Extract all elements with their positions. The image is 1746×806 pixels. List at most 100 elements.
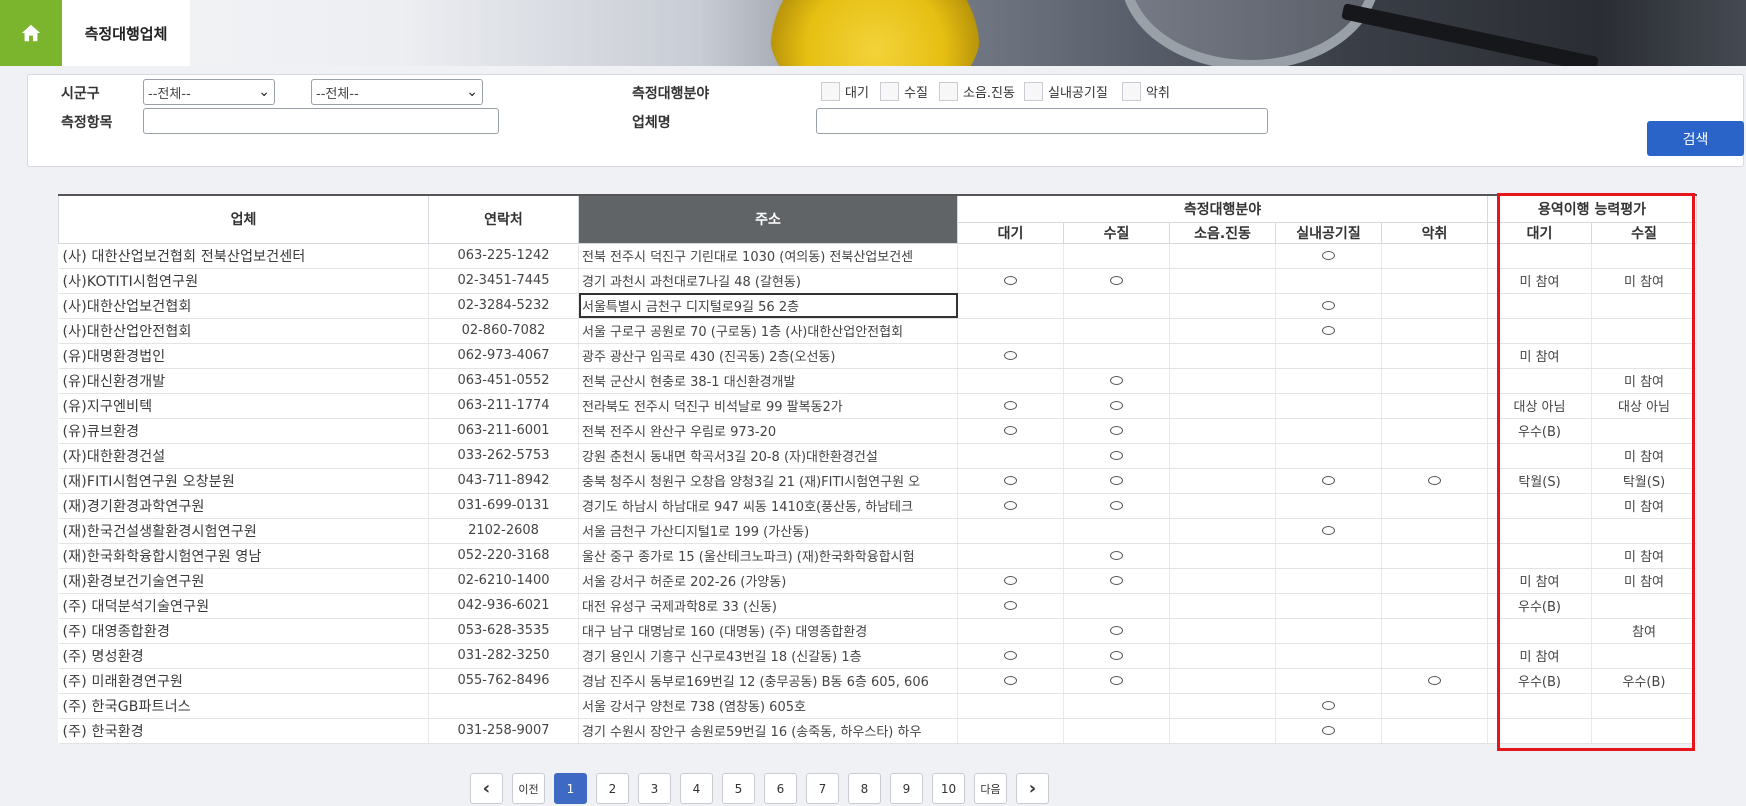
field-mark-cell: [957, 368, 1064, 394]
next-arrow-button[interactable]: ›: [1016, 773, 1049, 804]
address-cell[interactable]: 전라북도 전주시 덕진구 비석날로 99 팔복동2가: [578, 393, 958, 419]
address-cell[interactable]: 대구 남구 대명남로 160 (대명동) (주) 대영종합환경: [578, 618, 958, 644]
table-row[interactable]: (사)대한산업보건협회 02-3284-5232 서울특별시 금천구 디지털로9길 …: [58, 293, 1698, 319]
company-name-cell[interactable]: (유)지구엔비텍: [58, 393, 429, 419]
company-input[interactable]: [816, 108, 1268, 134]
contact-cell: 02-3451-7445: [428, 268, 579, 294]
search-button[interactable]: 검색: [1647, 121, 1744, 156]
table-row[interactable]: (재)경기환경과학연구원 031-699-0131 경기도 하남시 하남대로 947…: [58, 493, 1698, 519]
table-row[interactable]: (유)큐브환경 063-211-6001 전북 전주시 완산구 우림로 973-20…: [58, 418, 1698, 444]
table-row[interactable]: (유)지구엔비텍 063-211-1774 전라북도 전주시 덕진구 비석날로 99…: [58, 393, 1698, 419]
table-row[interactable]: (사)KOTITI시험연구원 02-3451-7445 경기 과천시 과천대로7나길…: [58, 268, 1698, 294]
checkbox-box[interactable]: [1122, 82, 1141, 101]
company-name-cell[interactable]: (주) 명성환경: [58, 643, 429, 669]
checkbox-box[interactable]: [1024, 82, 1043, 101]
company-name-cell[interactable]: (사)대한산업보건협회: [58, 293, 429, 319]
address-cell[interactable]: 경기 용인시 기흥구 신구로43번길 18 (신갈동) 1층: [578, 643, 958, 669]
address-cell[interactable]: 광주 광산구 임곡로 430 (진곡동) 2층(오선동): [578, 343, 958, 369]
company-name-cell[interactable]: (사)대한산업안전협회: [58, 318, 429, 344]
page-button[interactable]: 2: [596, 773, 629, 804]
address-cell[interactable]: 전북 전주시 완산구 우림로 973-20: [578, 418, 958, 444]
page-button[interactable]: 6: [764, 773, 797, 804]
company-name-cell[interactable]: (유)대신환경개발: [58, 368, 429, 394]
contact-cell: 052-220-3168: [428, 543, 579, 569]
sigungu-select-1-value: --전체--: [148, 86, 191, 102]
header-address[interactable]: 주소: [578, 194, 958, 244]
address-cell[interactable]: 서울 강서구 양천로 738 (염창동) 605호: [578, 693, 958, 719]
table-row[interactable]: (주) 명성환경 031-282-3250 경기 용인시 기흥구 신구로43번길 1…: [58, 643, 1698, 669]
circle-mark-icon: [1110, 451, 1123, 460]
table-row[interactable]: (주) 한국환경 031-258-9007 경기 수원시 장안구 송원로59번길 1…: [58, 718, 1698, 744]
address-cell[interactable]: 서울 금천구 가산디지털1로 199 (가산동): [578, 518, 958, 544]
company-name-cell[interactable]: (재)환경보건기술연구원: [58, 568, 429, 594]
address-cell[interactable]: 경남 진주시 동부로169번길 12 (충무공동) B동 6층 605, 606: [578, 668, 958, 694]
table-row[interactable]: (사)대한산업안전협회 02-860-7082 서울 구로구 공원로 70 (구로동…: [58, 318, 1698, 344]
table-row[interactable]: (주) 대덕분석기술연구원 042-936-6021 대전 유성구 국제과학8로 3…: [58, 593, 1698, 619]
table-row[interactable]: (자)대한환경건설 033-262-5753 강원 춘천시 동내면 학곡서3길 20…: [58, 443, 1698, 469]
page-button[interactable]: 10: [932, 773, 965, 804]
table-row[interactable]: (재)한국건설생활환경시험연구원 2102-2608 서울 금천구 가산디지털1로 …: [58, 518, 1698, 544]
company-name-cell[interactable]: (재)한국건설생활환경시험연구원: [58, 518, 429, 544]
contact-cell: 063-225-1242: [428, 243, 579, 269]
checkbox-box[interactable]: [821, 82, 840, 101]
sigungu-select-2[interactable]: --전체-- ⌄: [311, 79, 483, 105]
company-name-cell[interactable]: (재)FITI시험연구원 오창분원: [58, 468, 429, 494]
page-button[interactable]: 9: [890, 773, 923, 804]
company-name-cell[interactable]: (사) 대한산업보건협회 전북산업보건센터: [58, 243, 429, 269]
page-button[interactable]: 7: [806, 773, 839, 804]
field-checkbox-air[interactable]: 대기: [821, 82, 869, 101]
page-button[interactable]: 8: [848, 773, 881, 804]
next-button[interactable]: 다음: [974, 773, 1007, 804]
company-name-cell[interactable]: (주) 한국GB파트너스: [58, 693, 429, 719]
company-name-cell[interactable]: (재)경기환경과학연구원: [58, 493, 429, 519]
table-row[interactable]: (주) 대영종합환경 053-628-3535 대구 남구 대명남로 160 (대명…: [58, 618, 1698, 644]
company-name-cell[interactable]: (유)큐브환경: [58, 418, 429, 444]
page-button[interactable]: 5: [722, 773, 755, 804]
table-row[interactable]: (재)한국화학융합시험연구원 영남 052-220-3168 울산 중구 종가로 1…: [58, 543, 1698, 569]
company-name-cell[interactable]: (재)한국화학융합시험연구원 영남: [58, 543, 429, 569]
field-checkbox-noise[interactable]: 소음.진동: [939, 82, 1015, 101]
page-button[interactable]: 1: [554, 773, 587, 804]
field-checkbox-water[interactable]: 수질: [880, 82, 928, 101]
prev-button[interactable]: 이전: [512, 773, 545, 804]
table-row[interactable]: (유)대명환경법인 062-973-4067 광주 광산구 임곡로 430 (진곡동…: [58, 343, 1698, 369]
company-name-cell[interactable]: (유)대명환경법인: [58, 343, 429, 369]
address-cell[interactable]: 전북 전주시 덕진구 기린대로 1030 (여의동) 전북산업보건센: [578, 243, 958, 269]
table-row[interactable]: (사) 대한산업보건협회 전북산업보건센터 063-225-1242 전북 전주시 …: [58, 243, 1698, 269]
address-cell[interactable]: 서울 강서구 허준로 202-26 (가양동): [578, 568, 958, 594]
table-row[interactable]: (재)FITI시험연구원 오창분원 043-711-8942 충북 청주시 청원구 …: [58, 468, 1698, 494]
item-input[interactable]: [143, 108, 499, 134]
address-cell[interactable]: 경기 수원시 장안구 송원로59번길 16 (송죽동, 하우스타) 하우: [578, 718, 958, 744]
address-cell[interactable]: 강원 춘천시 동내면 학곡서3길 20-8 (자)대한환경건설: [578, 443, 958, 469]
checkbox-box[interactable]: [939, 82, 958, 101]
company-name-cell[interactable]: (주) 한국환경: [58, 718, 429, 744]
field-checkbox-odor[interactable]: 악취: [1122, 82, 1170, 101]
eval-cell: 대상 아님: [1591, 393, 1698, 419]
address-cell[interactable]: 경기 과천시 과천대로7나길 48 (갈현동): [578, 268, 958, 294]
sigungu-select-1[interactable]: --전체-- ⌄: [143, 79, 275, 105]
company-name-cell[interactable]: (주) 미래환경연구원: [58, 668, 429, 694]
page-button[interactable]: 4: [680, 773, 713, 804]
table-row[interactable]: (재)환경보건기술연구원 02-6210-1400 서울 강서구 허준로 202-2…: [58, 568, 1698, 594]
address-cell[interactable]: 서울특별시 금천구 디지털로9길 56 2층: [578, 293, 958, 319]
prev-arrow-button[interactable]: ‹: [470, 773, 503, 804]
table-row[interactable]: (주) 한국GB파트너스 서울 강서구 양천로 738 (염창동) 605호: [58, 693, 1698, 719]
company-name-cell[interactable]: (자)대한환경건설: [58, 443, 429, 469]
field-mark-cell: [957, 668, 1064, 694]
field-mark-cell: [1063, 718, 1170, 744]
table-row[interactable]: (유)대신환경개발 063-451-0552 전북 군산시 현충로 38-1 대신환…: [58, 368, 1698, 394]
company-name-cell[interactable]: (주) 대덕분석기술연구원: [58, 593, 429, 619]
address-cell[interactable]: 전북 군산시 현충로 38-1 대신환경개발: [578, 368, 958, 394]
company-name-cell[interactable]: (사)KOTITI시험연구원: [58, 268, 429, 294]
address-cell[interactable]: 울산 중구 종가로 15 (울산테크노파크) (재)한국화학융합시험: [578, 543, 958, 569]
checkbox-box[interactable]: [880, 82, 899, 101]
table-row[interactable]: (주) 미래환경연구원 055-762-8496 경남 진주시 동부로169번길 1…: [58, 668, 1698, 694]
address-cell[interactable]: 서울 구로구 공원로 70 (구로동) 1층 (사)대한산업안전협회: [578, 318, 958, 344]
address-cell[interactable]: 대전 유성구 국제과학8로 33 (신동): [578, 593, 958, 619]
company-name-cell[interactable]: (주) 대영종합환경: [58, 618, 429, 644]
address-cell[interactable]: 충북 청주시 청원구 오창읍 양청3길 21 (재)FITI시험연구원 오: [578, 468, 958, 494]
field-checkbox-indoor-air[interactable]: 실내공기질: [1024, 82, 1108, 101]
address-cell[interactable]: 경기도 하남시 하남대로 947 씨동 1410호(풍산동, 하남테크: [578, 493, 958, 519]
home-button[interactable]: [0, 0, 62, 66]
page-button[interactable]: 3: [638, 773, 671, 804]
